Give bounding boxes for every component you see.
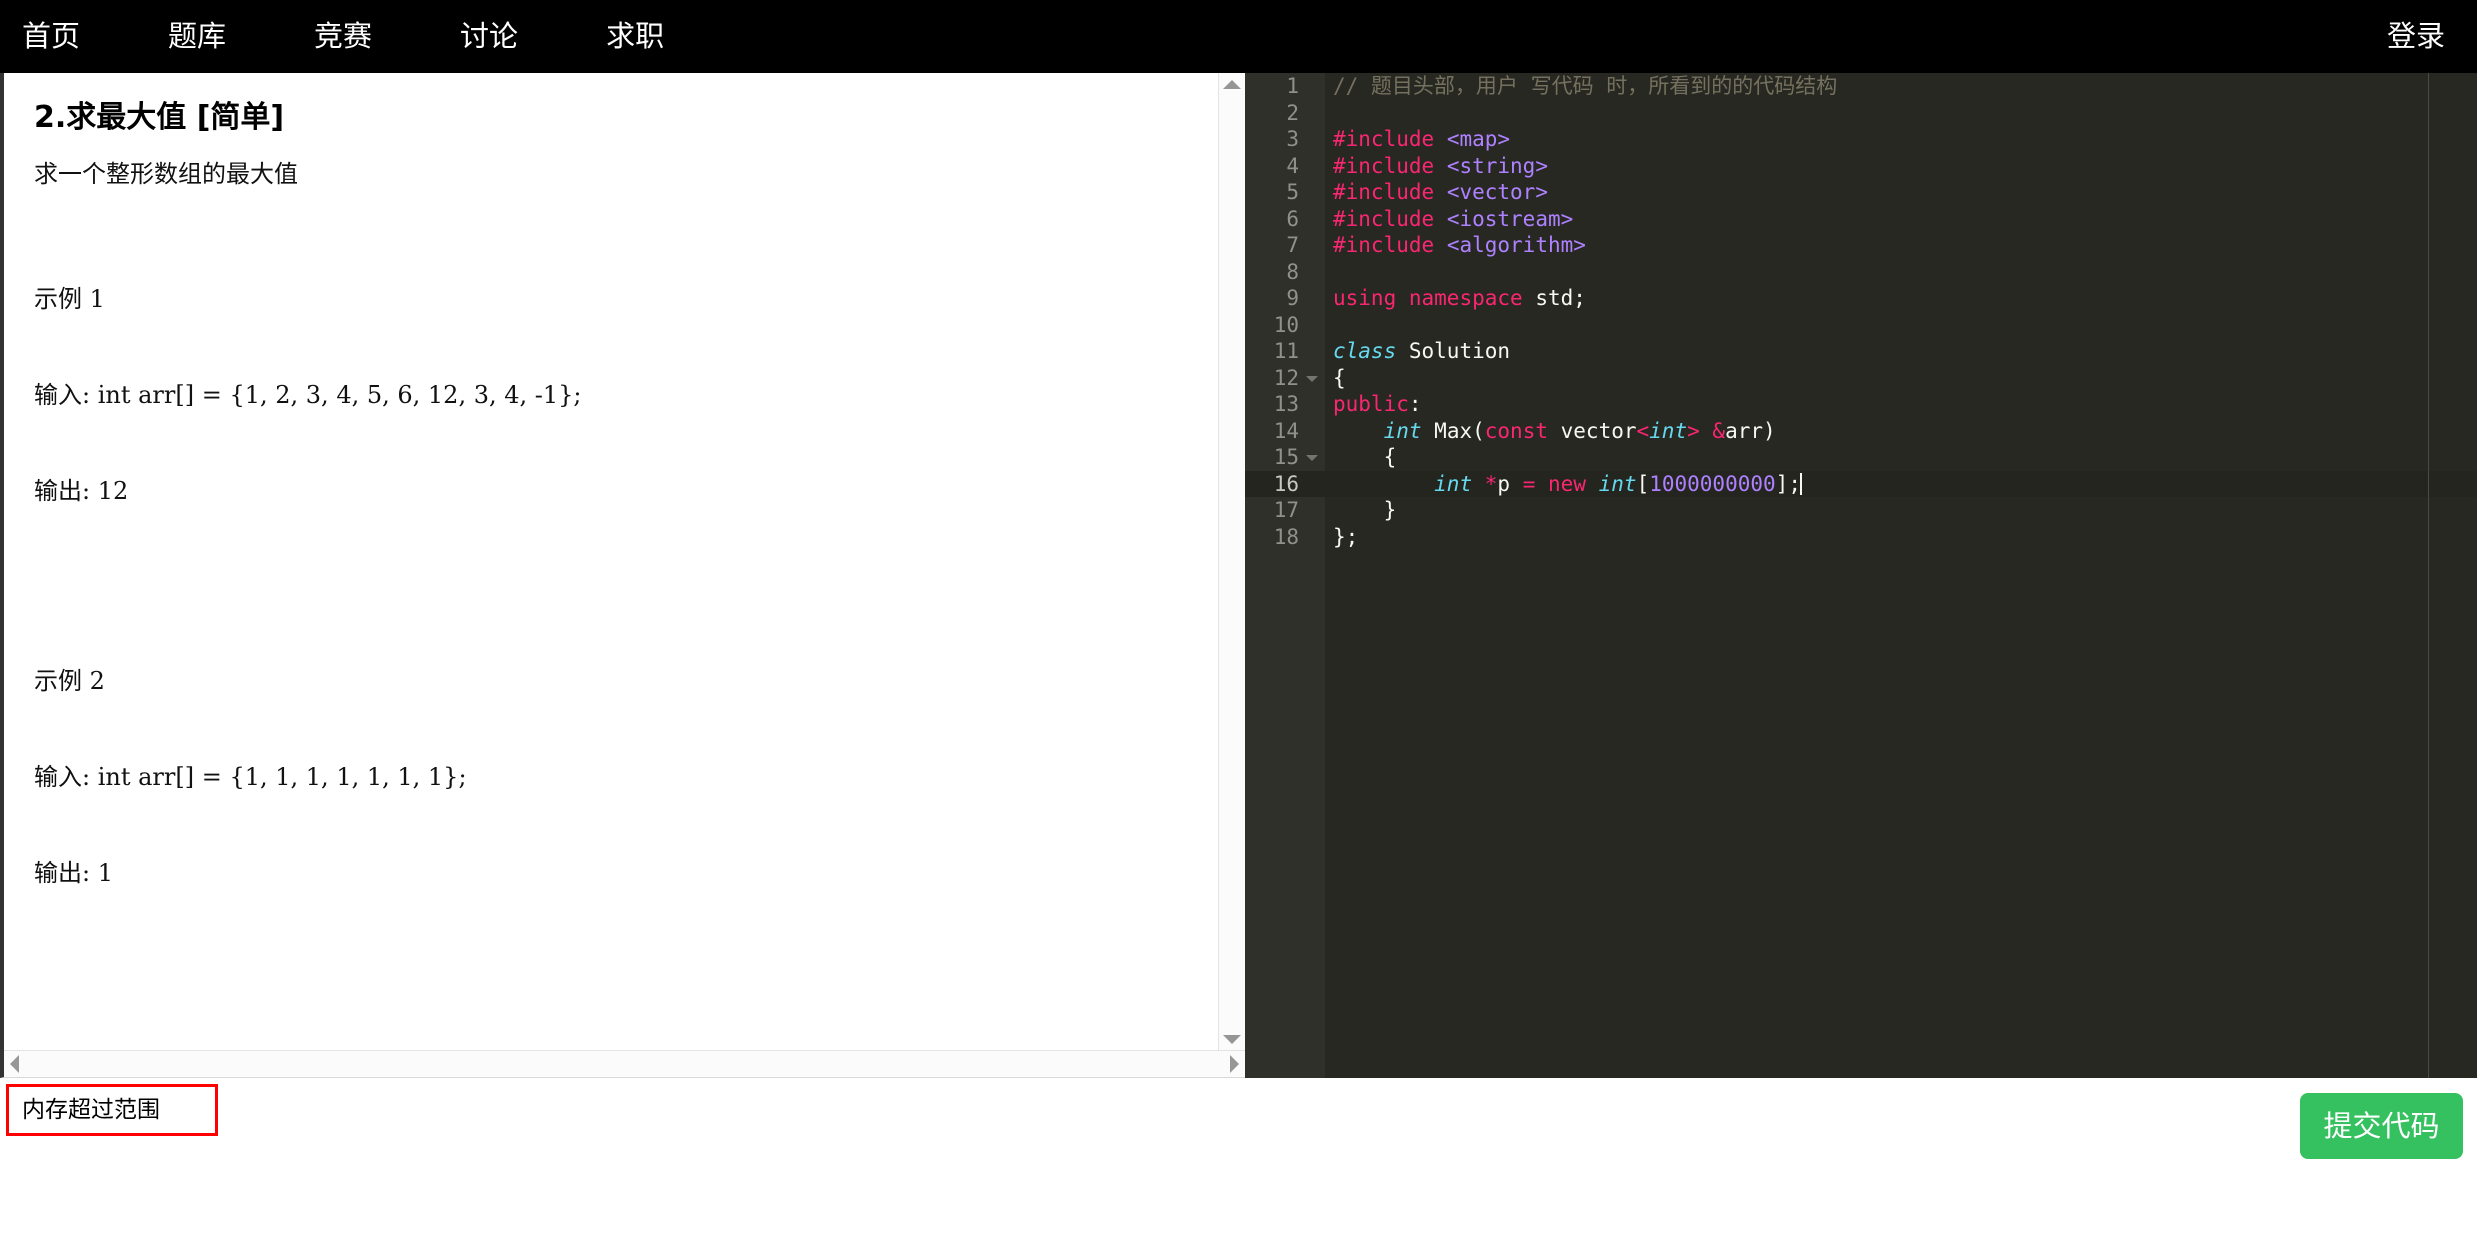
scroll-down-arrow-icon[interactable] bbox=[1223, 1035, 1241, 1044]
gutter-line-number: 14 bbox=[1273, 418, 1299, 443]
code-line[interactable]: #include <vector> bbox=[1325, 179, 2477, 206]
bottom-action-bar: 内存超过范围 提交代码 bbox=[0, 1078, 2477, 1251]
status-badge: 内存超过范围 bbox=[6, 1084, 218, 1136]
code-line[interactable]: #include <string> bbox=[1325, 153, 2477, 180]
gutter-line-number: 1 bbox=[1286, 74, 1299, 98]
workspace: 2.求最大值 [简单] 求一个整形数组的最大值 示例 1 输入: int arr… bbox=[0, 73, 2477, 1078]
nav-right-area: 登录 bbox=[2387, 22, 2477, 51]
nav-item-home[interactable]: 首页 bbox=[22, 22, 80, 51]
text-cursor bbox=[1799, 472, 1802, 495]
code-line[interactable]: { bbox=[1325, 365, 2477, 392]
example-block-1: 示例 1 输入: int arr[] = {1, 2, 3, 4, 5, 6, … bbox=[34, 219, 1192, 571]
editor-gutter: 1 2 3 4 5 6 7 8 9 10 11 12 13 14 15 16 17 18 bbox=[1245, 73, 1325, 1078]
login-link[interactable]: 登录 bbox=[2387, 22, 2445, 51]
gutter-line-number: 4 bbox=[1286, 153, 1299, 178]
code-editor-panel[interactable]: 1 2 3 4 5 6 7 8 9 10 11 12 13 14 15 16 17 18 // 题目头部，用户 写… bbox=[1245, 73, 2477, 1078]
scroll-left-arrow-icon[interactable] bbox=[10, 1055, 19, 1073]
editor-code-area[interactable]: // 题目头部，用户 写代码 时，所看到的的代码结构 #include <map… bbox=[1325, 73, 2477, 1078]
nav-item-jobs[interactable]: 求职 bbox=[606, 22, 664, 51]
code-fold-arrow-icon[interactable] bbox=[1306, 375, 1318, 382]
gutter-line-number: 15 bbox=[1245, 444, 1325, 471]
nav-item-discuss[interactable]: 讨论 bbox=[460, 22, 518, 51]
code-line[interactable]: #include <iostream> bbox=[1325, 206, 2477, 233]
code-line[interactable]: { bbox=[1325, 444, 2477, 471]
code-line[interactable]: using namespace std; bbox=[1325, 285, 2477, 312]
gutter-line-number: 17 bbox=[1273, 498, 1299, 522]
gutter-line-number: 8 bbox=[1286, 259, 1299, 284]
gutter-line-number: 13 bbox=[1273, 392, 1299, 416]
gutter-line-number: 7 bbox=[1286, 233, 1299, 257]
gutter-line-number: 5 bbox=[1286, 180, 1299, 204]
example-heading: 示例 1 bbox=[34, 285, 105, 313]
code-line[interactable]: class Solution bbox=[1325, 338, 2477, 365]
scroll-right-arrow-icon[interactable] bbox=[1230, 1055, 1239, 1073]
gutter-line-number: 16 bbox=[1245, 470, 1325, 497]
code-line[interactable] bbox=[1325, 100, 2477, 127]
gutter-line-number: 11 bbox=[1273, 339, 1299, 363]
code-line[interactable]: } bbox=[1325, 497, 2477, 524]
scroll-up-arrow-icon[interactable] bbox=[1223, 80, 1241, 89]
gutter-line-number: 18 bbox=[1273, 524, 1299, 549]
example-input: 输入: int arr[] = {1, 1, 1, 1, 1, 1, 1}; bbox=[34, 763, 467, 791]
result-message: 内存超过范围 bbox=[22, 1096, 160, 1123]
example-block-2: 示例 2 输入: int arr[] = {1, 1, 1, 1, 1, 1, … bbox=[34, 601, 1192, 953]
nav-links: 首页 题库 竞赛 讨论 求职 bbox=[0, 22, 752, 51]
code-line[interactable]: #include <algorithm> bbox=[1325, 232, 2477, 259]
example-output: 输出: 1 bbox=[34, 859, 113, 887]
code-line[interactable]: #include <map> bbox=[1325, 126, 2477, 153]
code-line[interactable] bbox=[1325, 312, 2477, 339]
code-line[interactable]: public: bbox=[1325, 391, 2477, 418]
problem-description-text: 求一个整形数组的最大值 bbox=[34, 160, 298, 188]
nav-item-problems[interactable]: 题库 bbox=[168, 22, 226, 51]
top-navigation-bar: 首页 题库 竞赛 讨论 求职 登录 bbox=[0, 0, 2477, 73]
gutter-line-number: 10 bbox=[1273, 312, 1299, 337]
code-line[interactable]: // 题目头部，用户 写代码 时，所看到的的代码结构 bbox=[1325, 73, 2477, 100]
code-line[interactable] bbox=[1325, 259, 2477, 286]
example-heading: 示例 2 bbox=[34, 667, 105, 695]
problem-horizontal-scrollbar[interactable] bbox=[4, 1050, 1245, 1077]
submit-code-button[interactable]: 提交代码 bbox=[2300, 1093, 2463, 1159]
code-fold-arrow-icon[interactable] bbox=[1306, 455, 1318, 461]
gutter-line-number: 6 bbox=[1286, 206, 1299, 231]
example-output: 输出: 12 bbox=[34, 477, 129, 505]
code-line[interactable]: int Max(const vector<int> &arr) bbox=[1325, 418, 2477, 445]
code-line[interactable]: int *p = new int[1000000000]; bbox=[1325, 470, 2477, 497]
problem-vertical-scrollbar[interactable] bbox=[1218, 73, 1245, 1051]
print-margin-line bbox=[2428, 73, 2429, 1078]
gutter-line-number: 3 bbox=[1286, 127, 1299, 151]
code-line[interactable]: }; bbox=[1325, 524, 2477, 551]
problem-content: 2.求最大值 [简单] 求一个整形数组的最大值 示例 1 输入: int arr… bbox=[4, 73, 1222, 1043]
example-input: 输入: int arr[] = {1, 2, 3, 4, 5, 6, 12, 3… bbox=[34, 381, 582, 409]
nav-item-contest[interactable]: 竞赛 bbox=[314, 22, 372, 51]
problem-description-panel: 2.求最大值 [简单] 求一个整形数组的最大值 示例 1 输入: int arr… bbox=[0, 73, 1245, 1078]
gutter-line-number: 2 bbox=[1286, 100, 1299, 125]
gutter-line-number: 12 bbox=[1245, 365, 1325, 392]
page-title: 2.求最大值 [简单] bbox=[34, 100, 285, 135]
gutter-line-number: 9 bbox=[1286, 286, 1299, 310]
